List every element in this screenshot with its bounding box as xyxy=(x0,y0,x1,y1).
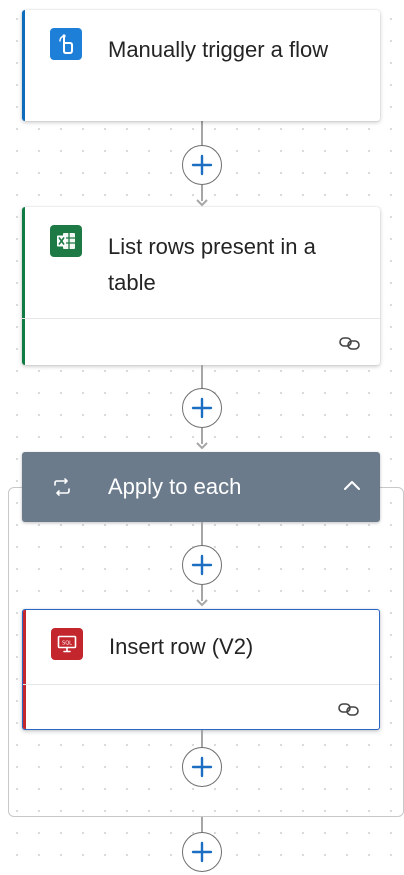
list-rows-card[interactable]: List rows present in a table xyxy=(22,207,380,365)
trigger-title: Manually trigger a flow xyxy=(108,37,329,62)
insert-row-title: Insert row (V2) xyxy=(109,634,254,659)
plus-icon xyxy=(191,841,213,863)
add-step-button[interactable] xyxy=(182,145,222,185)
connection-link-icon[interactable] xyxy=(337,699,361,719)
card-footer xyxy=(22,318,380,365)
loop-icon xyxy=(54,478,70,496)
apply-to-each-header[interactable]: Apply to each xyxy=(22,452,380,522)
connector-line xyxy=(201,365,203,389)
add-step-button[interactable] xyxy=(182,832,222,872)
connector-arrow xyxy=(196,199,208,207)
plus-icon xyxy=(191,554,213,576)
plus-icon xyxy=(191,154,213,176)
trigger-card[interactable]: Manually trigger a flow xyxy=(22,10,380,121)
connector-line xyxy=(201,120,203,146)
chevron-up-icon[interactable] xyxy=(342,478,362,494)
touch-hand-icon xyxy=(50,28,82,60)
plus-icon xyxy=(191,397,213,419)
add-step-button[interactable] xyxy=(182,747,222,787)
card-footer xyxy=(23,684,379,729)
flow-designer-canvas: Manually trigger a flow List rows presen… xyxy=(0,0,404,875)
list-rows-title: List rows present in a table xyxy=(108,234,316,295)
sql-server-icon: SQL xyxy=(51,628,83,660)
svg-text:SQL: SQL xyxy=(62,641,72,647)
connector-line xyxy=(201,817,203,833)
excel-icon xyxy=(50,225,82,257)
add-step-button[interactable] xyxy=(182,545,222,585)
connection-link-icon[interactable] xyxy=(338,333,362,353)
plus-icon xyxy=(191,756,213,778)
connector-line xyxy=(201,522,203,546)
card-accent xyxy=(22,10,25,121)
connector-line xyxy=(201,730,203,748)
apply-to-each-title: Apply to each xyxy=(108,474,242,499)
connector-arrow xyxy=(196,442,208,450)
add-step-button[interactable] xyxy=(182,388,222,428)
insert-row-card[interactable]: SQL Insert row (V2) xyxy=(22,609,380,730)
connector-arrow xyxy=(196,599,208,607)
